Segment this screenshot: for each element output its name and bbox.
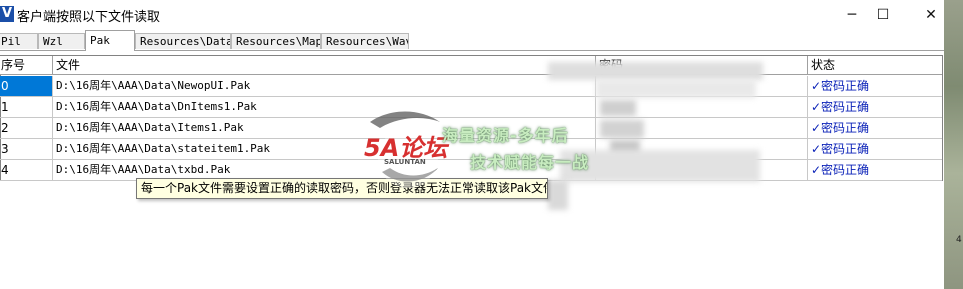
row-status[interactable]: ✓密码正确 bbox=[808, 160, 942, 181]
maximize-button[interactable]: ☐ bbox=[860, 0, 906, 29]
tab-pak[interactable]: Pak bbox=[85, 30, 135, 51]
edge-text: 4 bbox=[956, 235, 962, 245]
tab-wzl[interactable]: Wzl bbox=[38, 33, 85, 49]
row-file[interactable]: D:\16周年\AAA\Data\NewopUI.Pak bbox=[53, 76, 596, 97]
row-status[interactable]: ✓密码正确 bbox=[808, 118, 942, 139]
desktop-background-strip: 4 bbox=[944, 0, 963, 289]
row-index[interactable]: 1 bbox=[0, 97, 53, 118]
row-status[interactable]: ✓密码正确 bbox=[808, 76, 942, 97]
row-index[interactable]: 3 bbox=[0, 139, 53, 160]
tab-resources-wav[interactable]: Resources\Wav bbox=[321, 33, 409, 49]
watermark-logo-subtext: SALUNTAN bbox=[384, 158, 426, 166]
title-bar: V 客户端按照以下文件读取 ─ ☐ ✕ bbox=[0, 0, 963, 29]
watermark-line-2: 技术赋能每一战 bbox=[470, 153, 590, 172]
window-title: 客户端按照以下文件读取 bbox=[17, 10, 161, 25]
tab-resources-data[interactable]: Resources\Data bbox=[135, 33, 231, 49]
header-file[interactable]: 文件 bbox=[53, 56, 596, 75]
table-row[interactable]: 0 D:\16周年\AAA\Data\NewopUI.Pak ✓密码正确 bbox=[0, 76, 942, 97]
tab-resources-map[interactable]: Resources\Map bbox=[231, 33, 321, 49]
row-status[interactable]: ✓密码正确 bbox=[808, 139, 942, 160]
header-status[interactable]: 状态 bbox=[808, 56, 942, 75]
tab-pil[interactable]: Pil bbox=[0, 33, 38, 49]
watermark-line-1: 海量资源-多年后 bbox=[442, 126, 569, 145]
row-index[interactable]: 2 bbox=[0, 118, 53, 139]
header-index[interactable]: 序号 bbox=[0, 56, 53, 75]
tooltip: 每一个Pak文件需要设置正确的读取密码，否则登录器无法正常读取该Pak文件 bbox=[136, 178, 548, 199]
watermark-logo: 5A论坛 SALUNTAN bbox=[360, 108, 450, 192]
row-index[interactable]: 0 bbox=[0, 76, 53, 97]
row-status[interactable]: ✓密码正确 bbox=[808, 97, 942, 118]
row-file[interactable]: D:\16周年\AAA\Data\DnItems1.Pak bbox=[53, 97, 596, 118]
table-row[interactable]: 1 D:\16周年\AAA\Data\DnItems1.Pak ✓密码正确 bbox=[0, 97, 942, 118]
row-index[interactable]: 4 bbox=[0, 160, 53, 181]
app-icon: V bbox=[0, 6, 14, 22]
tab-bar: Pil Wzl Pak Resources\Data Resources\Map… bbox=[0, 30, 963, 51]
